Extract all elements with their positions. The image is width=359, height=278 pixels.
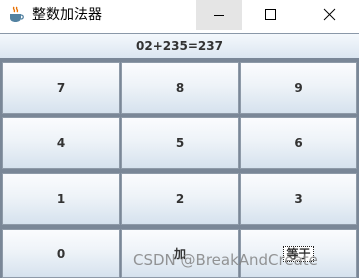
key-label: 8 xyxy=(175,81,185,95)
window-title: 整数加法器 xyxy=(32,7,102,23)
title-bar: 整数加法器 xyxy=(0,0,359,30)
key-2[interactable]: 2 xyxy=(121,173,239,225)
key-7[interactable]: 7 xyxy=(2,62,120,114)
key-0[interactable]: 0 xyxy=(2,229,120,278)
key-6[interactable]: 6 xyxy=(240,117,357,169)
maximize-button[interactable] xyxy=(247,0,293,30)
key-3[interactable]: 3 xyxy=(240,173,357,225)
key-label: 1 xyxy=(56,192,66,206)
result-display: 02+235=237 xyxy=(0,33,359,58)
key-label: 4 xyxy=(56,136,66,150)
key-label: 7 xyxy=(56,81,66,95)
key-label: 0 xyxy=(56,246,66,261)
key-label: 9 xyxy=(294,81,303,95)
key-8[interactable]: 8 xyxy=(121,62,239,114)
java-coffee-icon xyxy=(10,6,24,22)
minimize-icon xyxy=(214,15,224,16)
close-icon xyxy=(323,8,336,21)
key-label: 2 xyxy=(175,192,185,206)
key-5[interactable]: 5 xyxy=(121,117,239,169)
key-9[interactable]: 9 xyxy=(240,62,357,114)
key-label: 5 xyxy=(175,136,185,150)
minimize-button[interactable] xyxy=(196,0,242,30)
key-label: 3 xyxy=(294,192,303,206)
close-button[interactable] xyxy=(306,0,352,30)
maximize-icon xyxy=(265,9,276,20)
watermark: CSDN @BreakAndCreate xyxy=(133,251,318,269)
key-4[interactable]: 4 xyxy=(2,117,120,169)
key-1[interactable]: 1 xyxy=(2,173,120,225)
key-label: 6 xyxy=(294,136,303,150)
